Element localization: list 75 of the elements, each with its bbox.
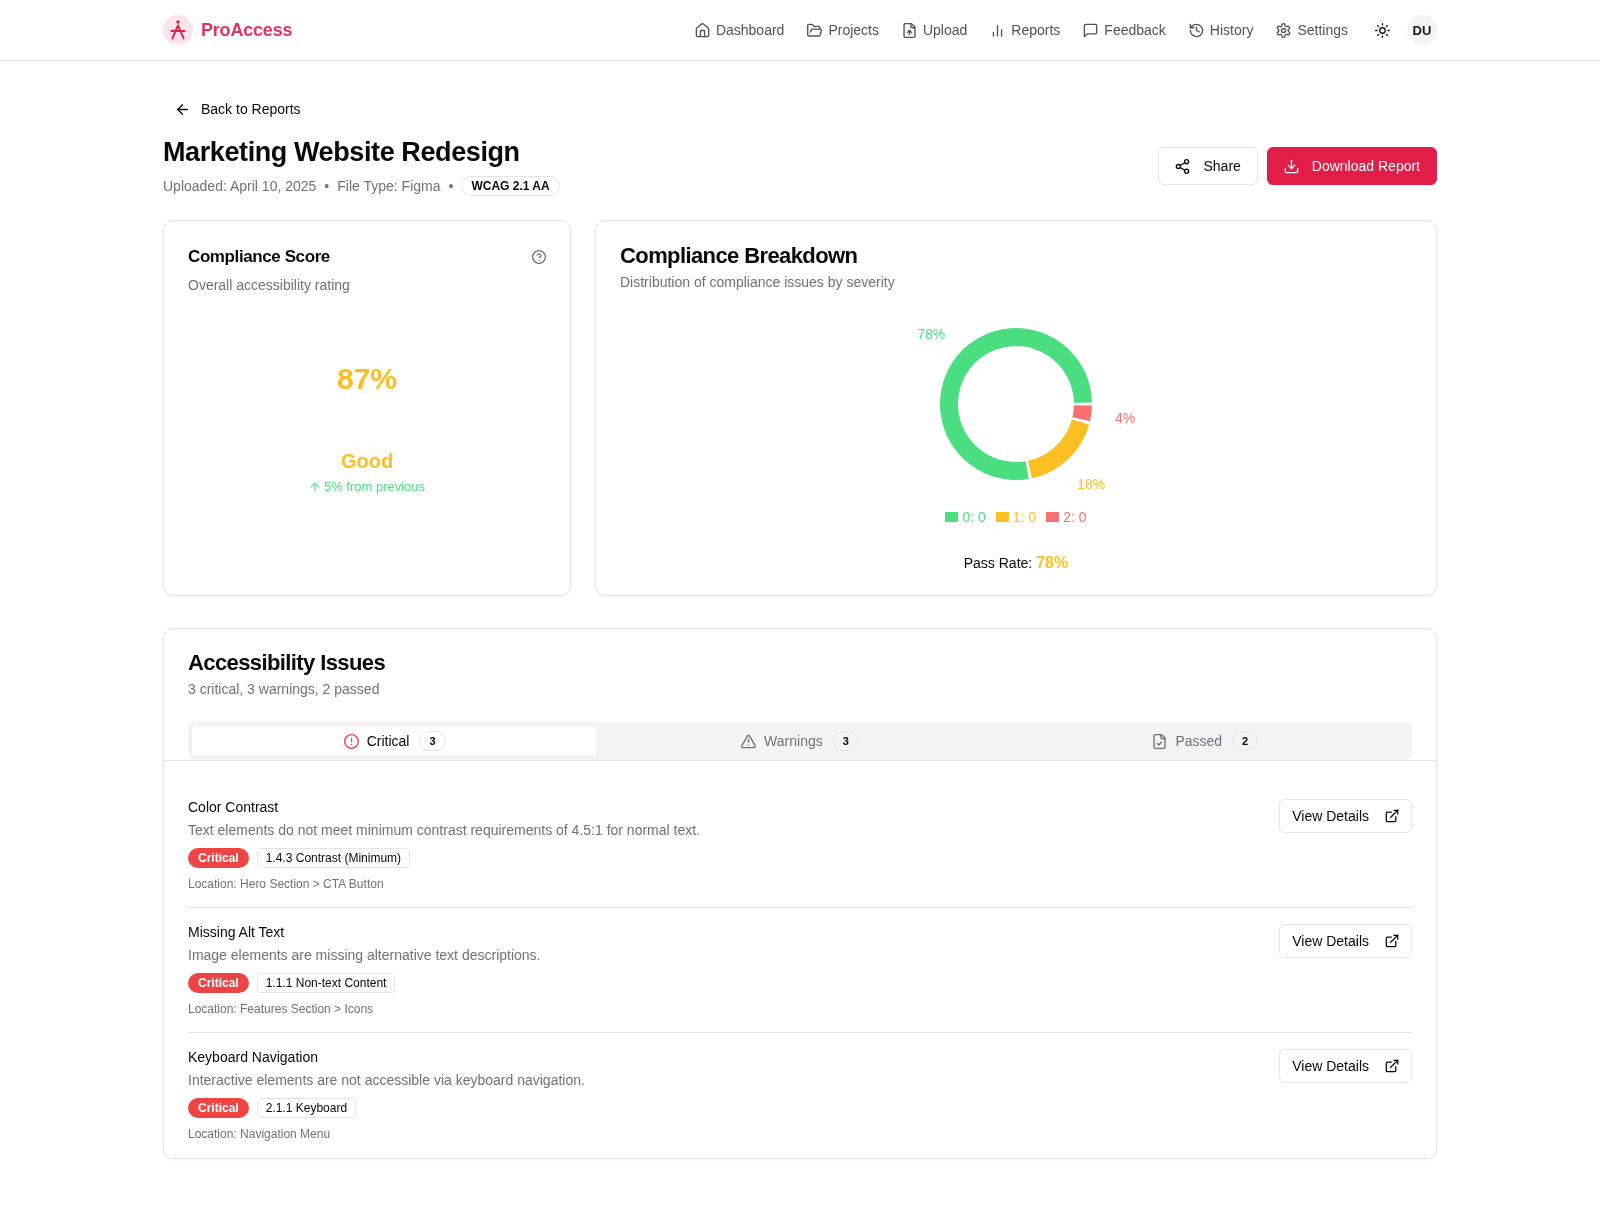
download-icon <box>1283 158 1299 174</box>
document-check-icon <box>1152 733 1168 749</box>
brand-logo-link[interactable]: ProAccess <box>163 15 293 45</box>
issue-title: Missing Alt Text <box>188 923 286 942</box>
criterion-tag: 2.1.1 Keyboard <box>256 1098 357 1118</box>
count-badge: 3 <box>419 731 446 751</box>
warning-triangle-icon <box>741 733 757 749</box>
back-link[interactable]: Back to Reports <box>163 91 313 127</box>
card-title: Accessibility Issues <box>188 649 387 677</box>
criterion-tag: 1.1.1 Non-text Content <box>256 973 396 993</box>
share-button[interactable]: Share <box>1158 147 1258 185</box>
tab[interactable]: Warnings 3 <box>597 726 1003 756</box>
tab[interactable]: Passed 2 <box>1002 726 1408 756</box>
severity-badge: Critical <box>188 848 249 868</box>
view-details-button[interactable]: View Details <box>1279 924 1412 958</box>
trend-text: 5% from previous <box>323 478 426 496</box>
tab[interactable]: Critical 3 <box>192 726 598 756</box>
nav-link[interactable]: Reports <box>982 14 1069 46</box>
pass-rate-label: Pass Rate: <box>963 554 1033 573</box>
issue-title: Keyboard Navigation <box>188 1048 319 1067</box>
card-title: Compliance Score <box>188 246 330 268</box>
pass-rate-value: 78% <box>1036 553 1069 573</box>
external-link-icon <box>1385 934 1399 948</box>
help-icon <box>532 250 546 264</box>
nav-link[interactable]: Projects <box>799 14 887 46</box>
settings-icon <box>1276 22 1292 38</box>
severity-badge: Critical <box>188 973 249 993</box>
legend-label: 0: 0 <box>962 508 986 527</box>
issue-location: Location: Features Section > Icons <box>188 1001 375 1017</box>
percent-label: 78% <box>917 325 946 342</box>
nav-link[interactable]: Feedback <box>1075 14 1174 46</box>
nav-link[interactable]: Upload <box>893 14 976 46</box>
external-link-icon <box>1385 809 1399 823</box>
issue-location: Location: Navigation Menu <box>188 1126 332 1142</box>
issue-description: Interactive elements are not accessible via keyboard navigation. <box>188 1071 585 1090</box>
legend-label: 1: 0 <box>1012 508 1037 527</box>
chat-bubble-icon <box>1083 22 1099 38</box>
rating-label: Good <box>340 449 394 474</box>
legend-label: 2: 0 <box>1063 508 1087 527</box>
folder-icon <box>807 22 823 38</box>
share-icon <box>1175 158 1191 174</box>
issue-description: Image elements are missing alternative text descriptions. <box>188 946 541 965</box>
download-report-button[interactable]: Download Report <box>1266 147 1437 185</box>
bullet-separator: • <box>324 177 330 196</box>
arrow-up-icon <box>308 481 321 493</box>
percent-label: 4% <box>1115 409 1136 426</box>
issue-title: Color Contrast <box>188 798 280 817</box>
issue-description: Text elements do not meet minimum contrast requirements of 4.5:1 for normal text. <box>188 821 700 840</box>
card-title: Compliance Breakdown <box>620 242 859 270</box>
view-details-button[interactable]: View Details <box>1279 1049 1412 1083</box>
nav-link[interactable]: Dashboard <box>686 14 793 46</box>
bullet-separator: • <box>448 177 454 196</box>
external-link-icon <box>1385 1059 1399 1073</box>
alert-circle-icon <box>343 733 359 749</box>
history-icon <box>1188 22 1204 38</box>
view-details-button[interactable]: View Details <box>1279 799 1412 833</box>
card-subtitle: Overall accessibility rating <box>188 276 351 295</box>
criterion-tag: 1.4.3 Contrast (Minimum) <box>256 848 411 868</box>
nav-link[interactable]: Settings <box>1268 14 1356 46</box>
sun-icon <box>1374 22 1390 38</box>
file-upload-icon <box>901 22 917 38</box>
issue-location: Location: Hero Section > CTA Button <box>188 876 385 892</box>
arrow-left-icon <box>175 101 190 117</box>
card-subtitle: Distribution of compliance issues by severity <box>620 273 896 292</box>
nav-link[interactable]: History <box>1180 14 1262 46</box>
meta-text: Uploaded: April 10, 2025 <box>163 177 317 196</box>
page-title: Marketing Website Redesign <box>163 136 521 168</box>
home-icon <box>694 22 710 38</box>
score-value: 87% <box>336 361 397 397</box>
card-subtitle: 3 critical, 3 warnings, 2 passed <box>188 680 381 699</box>
meta-text: File Type: Figma <box>337 177 441 196</box>
severity-badge: Critical <box>188 1098 249 1118</box>
user-avatar[interactable]: DU <box>1407 15 1437 45</box>
logo-icon <box>163 15 193 45</box>
percent-label: 18% <box>1077 476 1106 493</box>
